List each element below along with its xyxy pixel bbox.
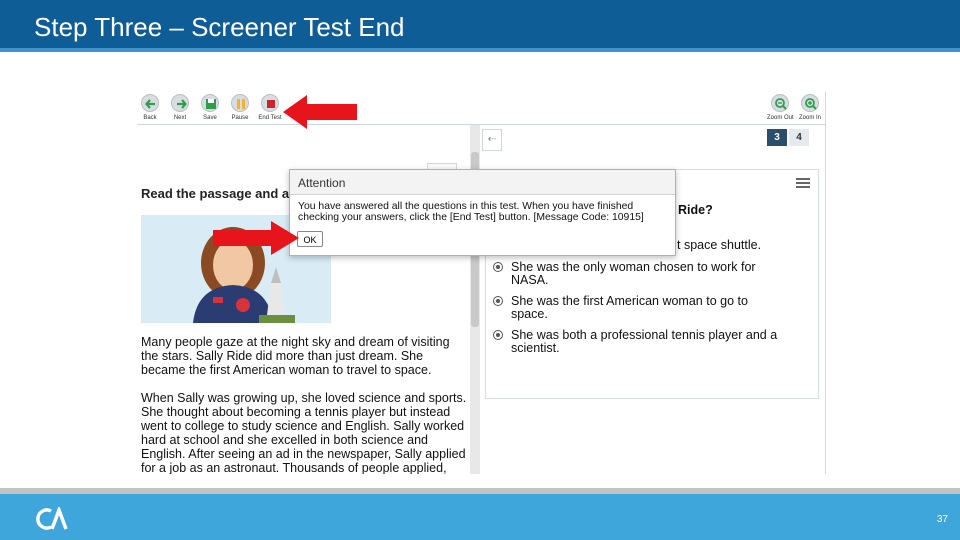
answer-option-text[interactable]: space. [511, 308, 548, 321]
slide-title: Step Three – Screener Test End [34, 12, 405, 42]
attention-dialog: Attention You have answered all the ques… [289, 169, 676, 256]
pause-label: Pause [231, 115, 249, 121]
radio-button[interactable] [493, 330, 503, 340]
zoom-in-icon [801, 94, 819, 112]
dialog-message-line: You have answered all the questions in t… [298, 201, 634, 212]
hamburger-icon[interactable] [796, 176, 810, 190]
arrow-left-icon [141, 94, 159, 112]
zoom-in-label: Zoom In [798, 115, 821, 121]
passage-paragraph: When Sally was growing up, she loved sci… [141, 391, 467, 474]
answer-option-text: t space shuttle. [677, 238, 762, 252]
title-accent-line [0, 48, 960, 52]
slide-title-bar: Step Three – Screener Test End [0, 0, 960, 52]
floppy-disk-icon [201, 94, 219, 112]
question-tab-3[interactable]: 3 [767, 129, 787, 146]
end-test-button[interactable]: End Test [257, 94, 283, 121]
radio-button[interactable] [493, 296, 503, 306]
answer-option-text[interactable]: scientist. [511, 342, 560, 355]
test-toolbar: Back Next Save Pause End Test Zoom Out Z… [137, 92, 825, 125]
back-button[interactable]: Back [137, 94, 163, 121]
ca-logo-icon [36, 507, 68, 530]
save-button[interactable]: Save [197, 94, 223, 121]
zoom-in-button[interactable]: Zoom In [797, 94, 823, 121]
next-button[interactable]: Next [167, 94, 193, 121]
arrow-right-icon [171, 94, 189, 112]
stop-icon [261, 94, 279, 112]
radio-button[interactable] [493, 262, 503, 272]
end-test-label: End Test [258, 115, 282, 121]
test-screenshot: Back Next Save Pause End Test Zoom Out Z… [137, 92, 826, 474]
slide-footer: 37 [0, 494, 960, 540]
save-label: Save [203, 115, 217, 121]
next-label: Next [173, 115, 187, 121]
pause-button[interactable]: Pause [227, 94, 253, 121]
red-arrow-icon [213, 221, 299, 255]
question-tab-4[interactable]: 4 [789, 129, 809, 146]
zoom-out-icon [771, 94, 789, 112]
zoom-out-label: Zoom Out [767, 115, 794, 121]
dialog-message-line: checking your answers, click the [End Te… [298, 212, 644, 223]
red-arrow-icon [283, 95, 357, 129]
passage-text: Many people gaze at the night sky and dr… [141, 335, 467, 474]
zoom-out-button[interactable]: Zoom Out [767, 94, 794, 121]
answer-option-text[interactable]: NASA. [511, 274, 549, 287]
dialog-message: You have answered all the questions in t… [298, 201, 670, 223]
dialog-header: Attention [290, 170, 675, 195]
passage-paragraph: Many people gaze at the night sky and dr… [141, 335, 450, 377]
back-label: Back [143, 115, 157, 121]
question-stem: Ride? [678, 203, 713, 217]
collapse-pane-button[interactable]: ⇠ [482, 129, 502, 151]
ok-button[interactable]: OK [297, 231, 323, 247]
pause-icon [231, 94, 249, 112]
page-number: 37 [936, 514, 948, 525]
dialog-title: Attention [298, 176, 346, 190]
